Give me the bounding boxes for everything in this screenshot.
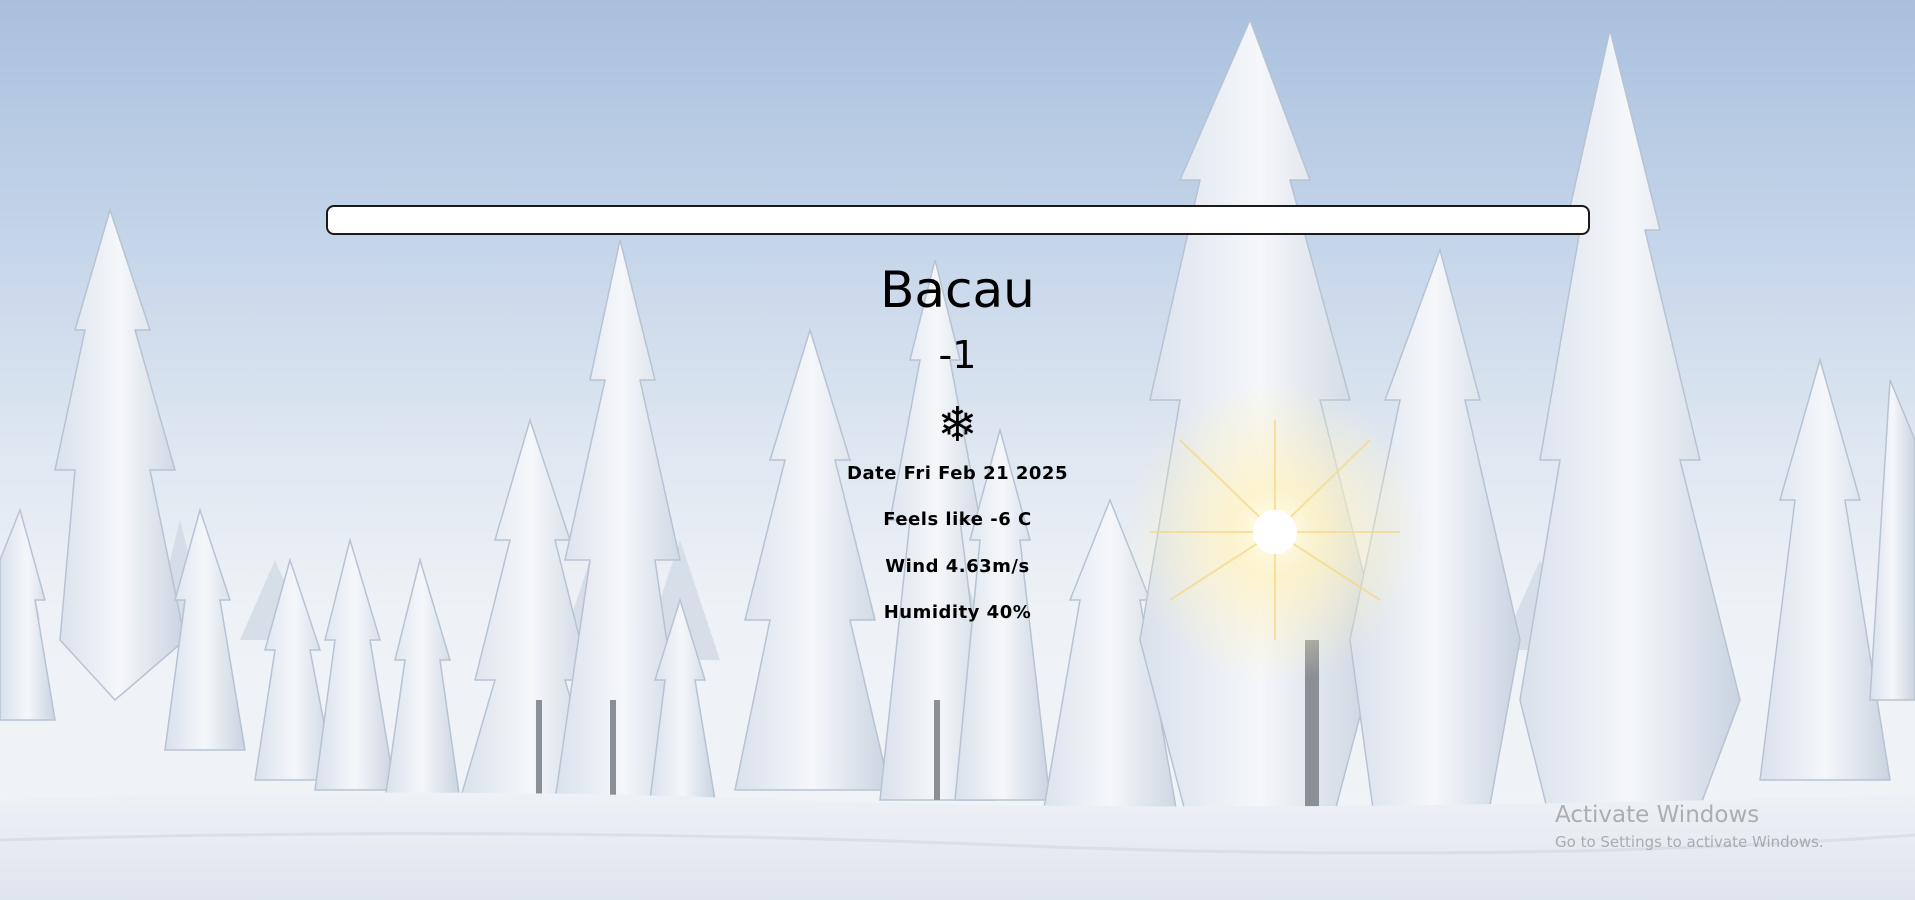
temperature-value: -1 (938, 333, 977, 377)
feels-like-label: Feels like -6 C (883, 509, 1032, 530)
snowflake-icon: ❄ (937, 397, 978, 453)
humidity-label: Humidity 40% (883, 602, 1032, 623)
city-name: Bacau (880, 261, 1035, 319)
date-label: Date Fri Feb 21 2025 (847, 463, 1068, 484)
wind-label: Wind 4.63m/s (885, 556, 1030, 577)
windows-activation-watermark: Activate Windows Go to Settings to activ… (1555, 800, 1824, 852)
city-search-input[interactable] (326, 205, 1590, 235)
watermark-title: Activate Windows (1555, 802, 1760, 828)
watermark-subtitle: Go to Settings to activate Windows. (1555, 833, 1824, 851)
